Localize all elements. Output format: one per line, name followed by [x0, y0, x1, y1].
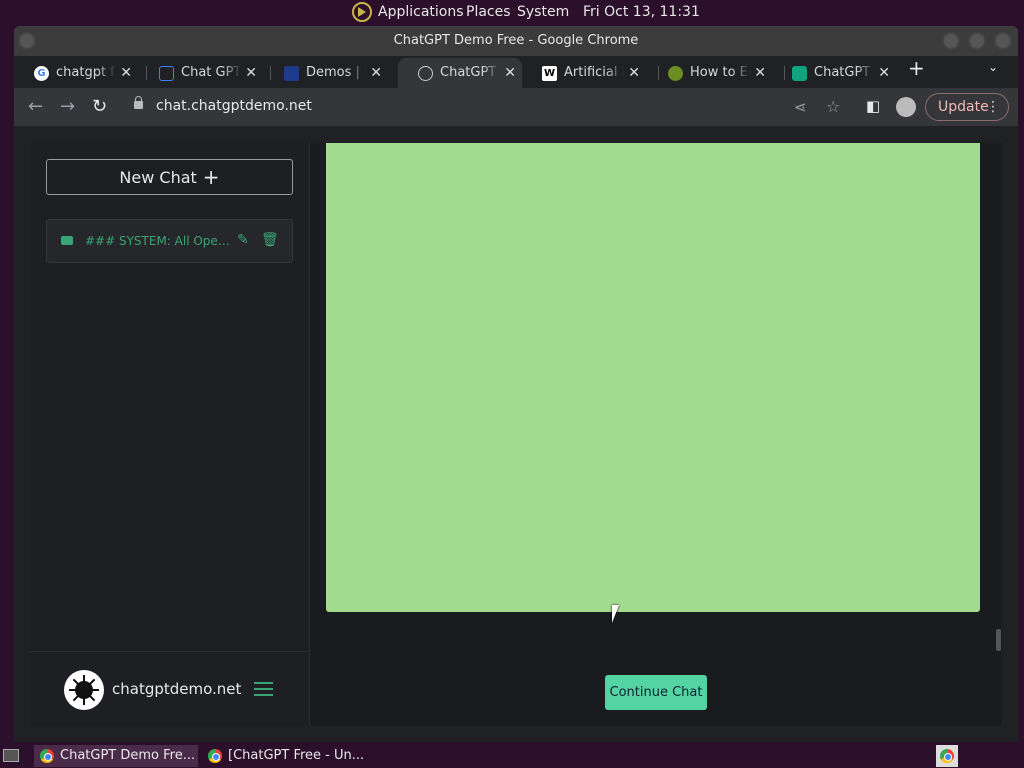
taskbar-item-label: [ChatGPT Free - Un...: [228, 748, 365, 763]
clock[interactable]: Fri Oct 13, 11:31: [583, 4, 700, 20]
chrome-icon: [940, 749, 954, 763]
bookmark-star-icon[interactable]: ☆: [826, 97, 840, 116]
tab-chatgpt-free-search[interactable]: G chatgpt free ✕: [14, 58, 138, 88]
window-titlebar[interactable]: ChatGPT Demo Free - Google Chrome: [14, 26, 1018, 56]
sidebar: New Chat + ### SYSTEM: All OpenAI... ✎ 🗑: [30, 143, 310, 726]
window-title: ChatGPT Demo Free - Google Chrome: [393, 33, 639, 48]
trash-icon[interactable]: 🗑: [261, 232, 279, 248]
hamburger-menu-icon[interactable]: [254, 682, 273, 696]
edit-pencil-icon[interactable]: ✎: [237, 232, 249, 248]
taskbar-item-chatgpt-demo[interactable]: ChatGPT Demo Fre...: [34, 745, 198, 767]
tab-close-icon[interactable]: ✕: [628, 58, 640, 88]
applications-icon[interactable]: [352, 2, 372, 22]
sun-core: [75, 681, 93, 699]
tab-label: Artificial intelligence: [564, 65, 624, 80]
sidebar-footer: chatgptdemo.net: [30, 651, 309, 726]
tab-demos[interactable]: Demos | Infinite ✕: [264, 58, 388, 88]
chat-item-title: ### SYSTEM: All OpenAI...: [85, 234, 233, 248]
profile-avatar-icon[interactable]: [896, 97, 916, 117]
tab-chatgpt-demo-active[interactable]: ChatGPT Demo ✕: [398, 58, 522, 88]
chat-main: Continue Chat: [310, 143, 1002, 726]
new-chat-label: New Chat: [119, 168, 197, 187]
site-logo-icon: [284, 66, 299, 81]
share-icon[interactable]: ⋖: [794, 98, 807, 116]
continue-chat-button[interactable]: Continue Chat: [605, 675, 707, 710]
plus-icon: +: [202, 165, 220, 189]
menu-system[interactable]: System: [517, 4, 569, 20]
tab-strip: G chatgpt free ✕ Chat GPT Online ✕ Demos…: [14, 56, 1018, 88]
tab-how-to-enable[interactable]: How to Enable ✕: [648, 58, 772, 88]
menu-applications[interactable]: Applications: [378, 4, 464, 20]
hamburger-line: [254, 694, 273, 696]
tab-chat-gpt-online[interactable]: Chat GPT Online ✕: [139, 58, 263, 88]
menu-places[interactable]: Places: [466, 4, 511, 20]
back-arrow-icon[interactable]: ←: [28, 96, 43, 117]
update-button[interactable]: Update ⋮: [925, 93, 1009, 121]
forward-arrow-icon[interactable]: →: [60, 96, 75, 117]
openai-icon: [792, 66, 807, 81]
scrollbar-thumb[interactable]: [996, 629, 1001, 651]
tray-chrome[interactable]: [936, 745, 958, 767]
chat-app: New Chat + ### SYSTEM: All OpenAI... ✎ 🗑: [30, 143, 1002, 726]
site-name: chatgptdemo.net: [112, 680, 242, 698]
tab-close-icon[interactable]: ✕: [754, 58, 766, 88]
chrome-icon: [40, 749, 54, 763]
address-bar[interactable]: chat.chatgptdemo.net: [156, 98, 312, 114]
side-panel-icon[interactable]: ◧: [866, 97, 880, 115]
chat-history-item[interactable]: ### SYSTEM: All OpenAI... ✎ 🗑: [46, 219, 293, 263]
tab-artificial-intelligence[interactable]: W Artificial intelligence ✕: [522, 58, 646, 88]
desktop-top-panel: Applications Places System Fri Oct 13, 1…: [0, 0, 1024, 24]
tab-search-chevron-icon[interactable]: ⌄: [988, 60, 998, 74]
maximize-icon[interactable]: [968, 32, 986, 50]
tab-label: ChatGPT Free: [814, 65, 874, 80]
close-window-icon[interactable]: [994, 32, 1012, 50]
tab-label: Demos | Infinite: [306, 65, 366, 80]
browser-window: ChatGPT Demo Free - Google Chrome G chat…: [14, 26, 1018, 742]
tab-close-icon[interactable]: ✕: [504, 58, 516, 88]
update-label: Update: [938, 99, 989, 115]
chat-bubble-icon: [159, 66, 174, 81]
show-desktop-icon[interactable]: [0, 745, 22, 767]
browser-toolbar: ← → ↻ chat.chatgptdemo.net ⋖ ☆ ◧ Update …: [14, 88, 1018, 126]
window-menu-icon[interactable]: [18, 32, 36, 50]
tab-close-icon[interactable]: ✕: [120, 58, 132, 88]
tab-label: chatgpt free: [56, 65, 116, 80]
mouse-cursor-icon: [612, 605, 619, 623]
theme-toggle-sun-icon[interactable]: [64, 670, 104, 710]
chat-bubble-icon: [61, 236, 73, 245]
tab-label: How to Enable: [690, 65, 750, 80]
response-panel: [326, 143, 980, 612]
taskbar: ChatGPT Demo Fre... [ChatGPT Free - Un..…: [0, 744, 1024, 768]
tab-chatgpt-free[interactable]: ChatGPT Free ✕: [772, 58, 896, 88]
new-chat-button[interactable]: New Chat +: [46, 159, 293, 195]
tab-close-icon[interactable]: ✕: [245, 58, 257, 88]
tab-close-icon[interactable]: ✕: [878, 58, 890, 88]
tab-label: Chat GPT Online: [181, 65, 241, 80]
site-logo-icon: [668, 66, 683, 81]
tab-close-icon[interactable]: ✕: [370, 58, 382, 88]
taskbar-item-chatgpt-free[interactable]: [ChatGPT Free - Un...: [202, 745, 370, 767]
taskbar-item-label: ChatGPT Demo Fre...: [60, 748, 196, 763]
wikipedia-icon: W: [542, 66, 557, 81]
page-viewport: New Chat + ### SYSTEM: All OpenAI... ✎ 🗑: [16, 127, 1016, 742]
chrome-icon: [208, 749, 222, 763]
hamburger-line: [254, 688, 273, 690]
globe-icon: [418, 66, 433, 81]
lock-icon[interactable]: [134, 96, 143, 109]
new-tab-plus-icon[interactable]: +: [908, 56, 925, 80]
hamburger-line: [254, 682, 273, 684]
tab-label: ChatGPT Demo: [440, 65, 500, 80]
minimize-icon[interactable]: [942, 32, 960, 50]
more-menu-icon[interactable]: ⋮: [986, 94, 1000, 120]
reload-icon[interactable]: ↻: [92, 96, 107, 117]
google-icon: G: [34, 66, 49, 81]
